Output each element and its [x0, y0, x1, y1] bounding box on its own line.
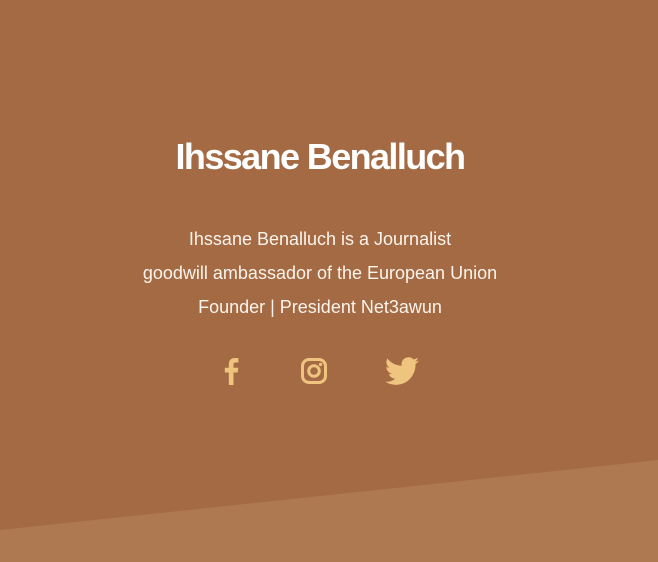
- bio-line-2: goodwill ambassador of the European Unio…: [142, 263, 498, 283]
- bio-line-1: Ihssane Benalluch is a Journalist: [188, 229, 452, 249]
- facebook-link[interactable]: [214, 354, 248, 388]
- page-title: Ihssane Benalluch: [175, 136, 467, 177]
- twitter-link[interactable]: [385, 354, 419, 388]
- facebook-icon: [224, 358, 239, 385]
- bio-text: Ihssane Benalluch is a Journalist goodwi…: [0, 222, 640, 324]
- twitter-icon: [385, 357, 419, 385]
- instagram-link[interactable]: [297, 354, 331, 388]
- social-links: [0, 354, 640, 388]
- hero-section: Ihssane Benalluch Ihssane Benalluch is a…: [0, 0, 658, 562]
- bio-line-3: Founder | President Net3awun: [198, 297, 442, 317]
- instagram-icon: [301, 358, 327, 384]
